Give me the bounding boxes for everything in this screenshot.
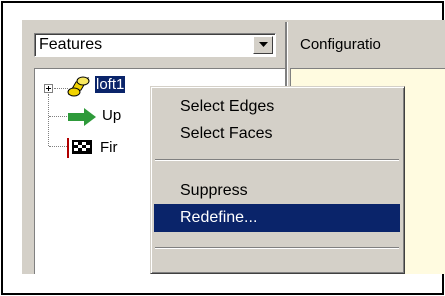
loft-icon — [67, 76, 90, 97]
arrow-right-icon — [68, 108, 96, 126]
tree-item-label: Up — [102, 107, 122, 124]
menu-separator — [155, 159, 399, 161]
expand-toggle[interactable] — [44, 84, 53, 93]
menu-item-redefine[interactable]: Redefine... — [154, 204, 400, 232]
tree-item-loft1[interactable]: loft1 — [95, 76, 126, 93]
menu-item-select-faces[interactable]: Select Faces — [154, 120, 400, 148]
tree-item-label: Fir — [100, 139, 118, 156]
chevron-down-icon — [259, 42, 268, 47]
menu-item-select-edges[interactable]: Select Edges — [154, 93, 400, 121]
menu-separator — [155, 247, 399, 249]
tree-item-label: loft1 — [95, 76, 126, 93]
tree-connector — [49, 116, 69, 117]
features-dropdown[interactable]: Features — [34, 33, 276, 57]
menu-item-label: Redefine... — [180, 209, 258, 226]
features-dropdown-value: Features — [39, 36, 103, 53]
tree-item-up[interactable]: Up — [102, 107, 121, 124]
context-menu: Select Edges Select Faces Suppress Redef… — [150, 86, 405, 274]
tab-configuration[interactable]: Configuratio — [300, 36, 445, 53]
menu-item-suppress[interactable]: Suppress — [154, 177, 400, 205]
checkered-flag-icon — [67, 138, 92, 158]
tree-connector — [48, 94, 49, 146]
menu-item-label: Select Faces — [180, 125, 273, 142]
menu-item-label: Select Edges — [180, 98, 275, 115]
menu-item-label: Suppress — [180, 182, 248, 199]
dropdown-button[interactable] — [253, 36, 273, 54]
tree-item-fir[interactable]: Fir — [100, 139, 118, 156]
